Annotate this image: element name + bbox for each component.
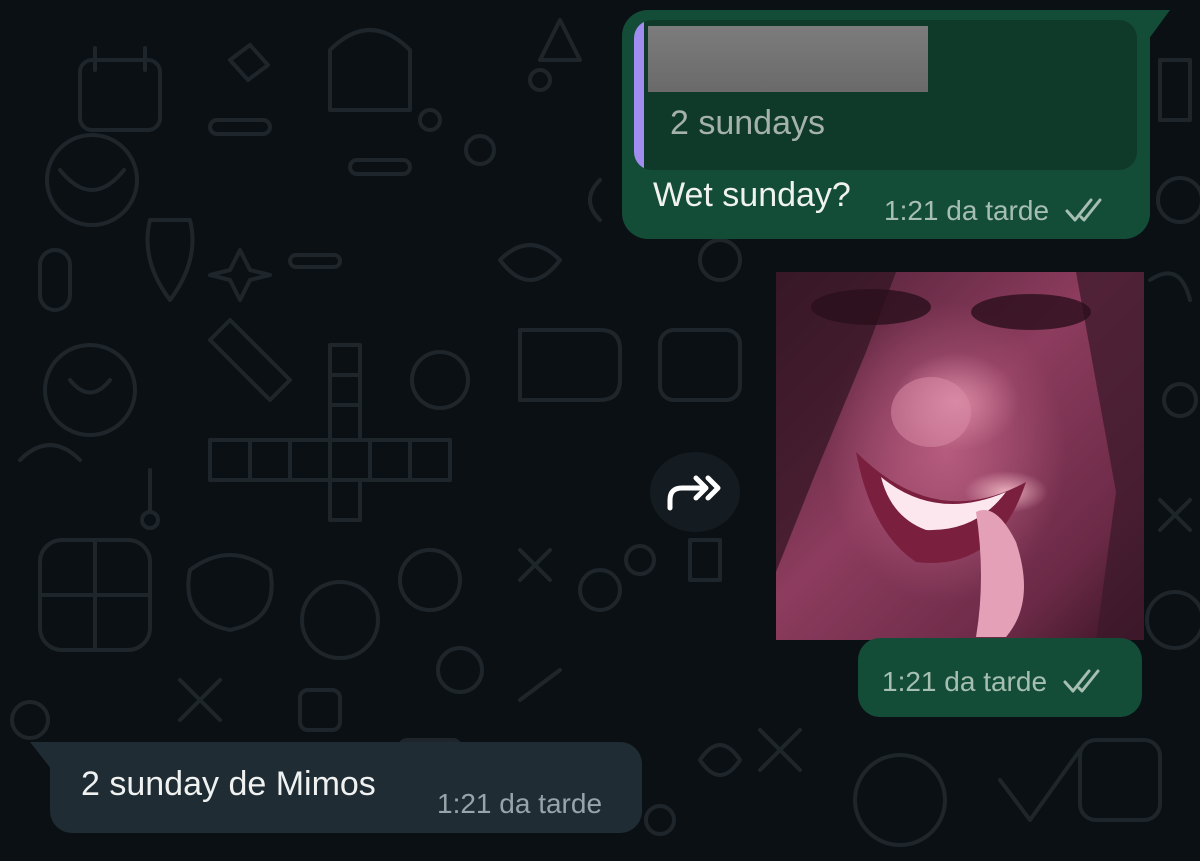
quoted-text: 2 sundays xyxy=(670,104,825,142)
quote-accent-bar xyxy=(634,20,644,170)
message-time: 1:21 da tarde xyxy=(884,195,1050,226)
image-caption-bar: 1:21 da tarde xyxy=(858,638,1142,717)
double-check-icon xyxy=(1065,198,1102,222)
message-meta: 1:21 da tarde xyxy=(882,666,1109,698)
outgoing-message-bubble[interactable]: 2 sundays Wet sunday? 1:21 da tarde xyxy=(622,10,1170,239)
incoming-message-bubble[interactable]: 2 sunday de Mimos 1:21 da tarde xyxy=(30,742,642,833)
quoted-message[interactable]: 2 sundays xyxy=(634,20,1137,170)
message-time: 1:21 da tarde xyxy=(882,666,1048,697)
message-time: 1:21 da tarde xyxy=(437,788,603,819)
message-text: 2 sunday de Mimos xyxy=(81,765,376,803)
double-check-icon xyxy=(1063,669,1100,693)
photo-content xyxy=(776,272,1144,640)
image-message[interactable] xyxy=(776,272,1144,640)
bubble-tail xyxy=(1148,10,1170,40)
bubble-tail xyxy=(30,742,52,770)
message-text: Wet sunday? xyxy=(653,176,851,214)
forward-icon xyxy=(667,475,721,511)
message-meta: 1:21 da tarde xyxy=(884,195,1111,227)
redacted-sender-name xyxy=(648,26,928,92)
forward-button[interactable] xyxy=(650,452,740,532)
